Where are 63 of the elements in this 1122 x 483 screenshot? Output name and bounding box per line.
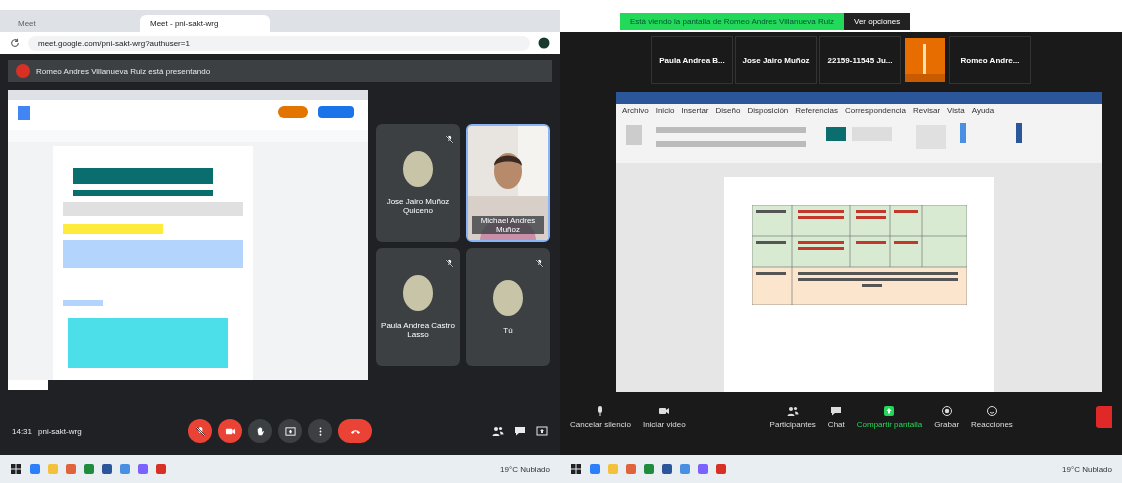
ribbon-tab[interactable]: Vista — [947, 106, 965, 115]
view-options-button[interactable]: Ver opciones — [844, 12, 911, 30]
ribbon-tab[interactable]: Diseño — [715, 106, 741, 115]
presenting-text: Romeo Andres Villanueva Ruiz está presentando — [36, 66, 211, 76]
ribbon-tab[interactable]: Ayuda — [971, 106, 995, 115]
browser-tab[interactable]: Meet — [8, 15, 138, 32]
browser-tab[interactable]: Meet - pni-sakt-wrg — [140, 15, 270, 32]
participant-name: 22159-11545 Ju... — [819, 36, 901, 84]
participant-name: Romeo Andre... — [949, 36, 1031, 84]
toolbar-button[interactable]: Iniciar video — [642, 405, 686, 429]
windows-start-icon[interactable] — [570, 463, 582, 475]
mic-off-icon — [445, 135, 454, 144]
toolbar-button[interactable]: Compartir pantalla — [856, 405, 923, 429]
camera-button[interactable] — [218, 419, 242, 443]
hand-button[interactable] — [248, 419, 272, 443]
chat-icon — [514, 425, 526, 437]
avatar-icon — [493, 279, 523, 316]
avatar-icon — [16, 64, 30, 78]
weather-text[interactable]: 19°C Nublado — [500, 464, 550, 474]
toolbar-button[interactable]: Reacciones — [971, 405, 1013, 429]
participant-name: Tú — [502, 325, 514, 335]
ribbon-tab[interactable]: Archivo — [622, 106, 649, 115]
avatar-icon — [403, 151, 433, 187]
weather-text[interactable]: 19°C Nublado — [1062, 464, 1112, 474]
participant-name: Paula Andrea B... — [651, 36, 733, 84]
toolbar-button[interactable]: Participantes — [769, 405, 816, 429]
more-button[interactable] — [308, 419, 332, 443]
meeting-time: 14:31 — [12, 426, 33, 436]
camera-icon — [658, 405, 671, 417]
share-screen-icon — [883, 405, 896, 417]
ribbon-tab[interactable]: Revisar — [912, 106, 941, 115]
people-icon — [492, 425, 504, 437]
present-icon — [536, 425, 548, 437]
profile-avatar-icon[interactable] — [538, 37, 550, 49]
ribbon-tab[interactable]: Inicio — [655, 106, 675, 115]
toolbar-button[interactable]: Cancelar silencio — [570, 405, 631, 429]
windows-start-icon[interactable] — [10, 463, 22, 475]
mic-off-icon — [194, 425, 206, 437]
leave-button[interactable] — [338, 419, 372, 443]
mic-off-icon — [535, 259, 544, 268]
toolbar-button[interactable]: Grabar — [934, 405, 960, 429]
ribbon-tab[interactable]: Correspondencia — [845, 106, 906, 115]
people-icon — [786, 405, 799, 417]
reload-icon[interactable] — [10, 38, 20, 48]
address-field[interactable]: meet.google.com/pni-sakt-wrg?authuser=1 — [28, 35, 530, 51]
chat-icon — [830, 405, 843, 417]
ribbon-tab[interactable]: Disposición — [747, 106, 789, 115]
mic-button[interactable] — [188, 419, 212, 443]
sharing-banner: Está viendo la pantalla de Romeo Andres Villanueva Ruiz — [620, 12, 844, 30]
ribbon-tab[interactable]: Insertar — [681, 106, 709, 115]
present-button[interactable] — [278, 419, 302, 443]
smile-icon — [985, 405, 998, 417]
meeting-code: pni-sakt-wrg — [38, 426, 82, 436]
toolbar-button[interactable]: Chat — [827, 405, 845, 429]
ribbon-tab[interactable]: Referencias — [795, 106, 838, 115]
present-icon — [284, 425, 296, 437]
participant-name: Jose Jairo Muñoz — [735, 36, 817, 84]
participant-name: Jose Jairo Muñoz Quiceno — [385, 197, 451, 215]
record-icon — [940, 405, 953, 417]
participant-name: Michael Andres Muñoz — [472, 216, 544, 234]
participant-name: Paula Andrea Castro Lasso — [380, 321, 456, 339]
avatar-icon — [403, 275, 433, 311]
mic-off-icon — [445, 259, 454, 268]
